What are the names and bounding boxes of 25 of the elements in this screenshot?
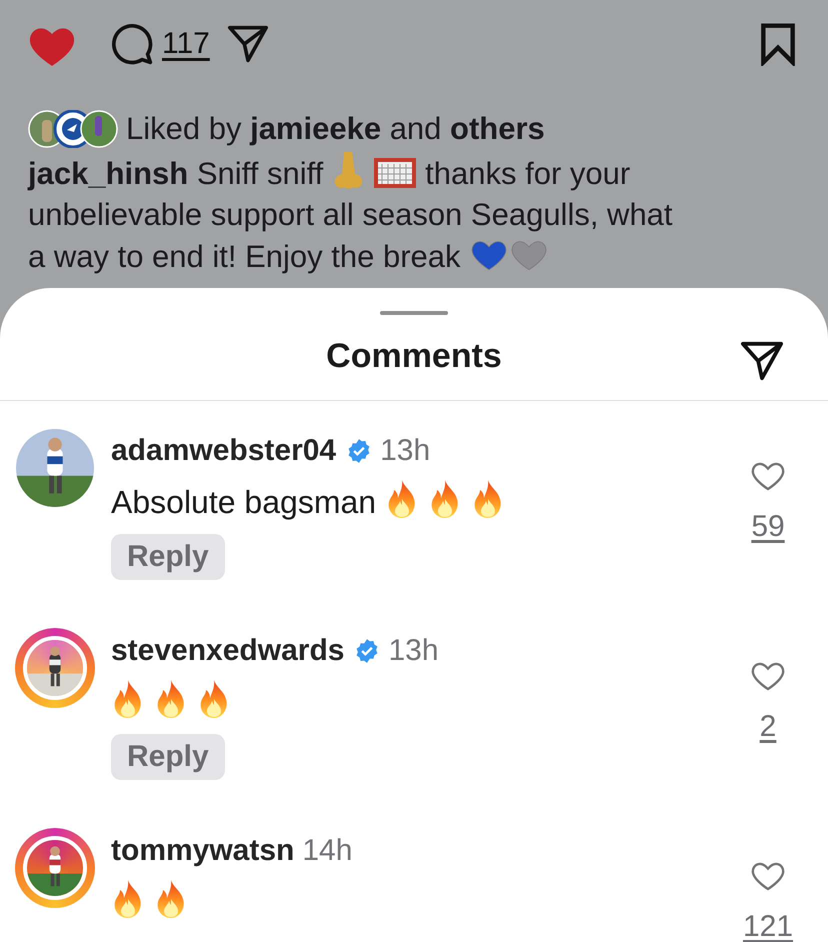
- comment-text: Absolute bagsman: [111, 484, 376, 520]
- comment-count[interactable]: 117: [162, 29, 210, 59]
- like-count[interactable]: 2: [760, 704, 776, 749]
- liked-by-text: Liked by jamieeke and others: [126, 110, 545, 148]
- comment-time: 13h: [380, 433, 430, 469]
- caption-text: unbelievable support all season Seagulls, what: [28, 197, 673, 232]
- sheet-title: Comments: [326, 337, 502, 375]
- caption-text: thanks for your: [425, 156, 630, 191]
- drag-handle[interactable]: [380, 311, 448, 315]
- comment-time: 13h: [388, 633, 439, 669]
- comment-time: 14h: [302, 833, 352, 869]
- comment-icon[interactable]: [110, 22, 154, 66]
- comment-username[interactable]: adamwebster04: [111, 428, 336, 473]
- bookmark-icon[interactable]: [758, 22, 798, 66]
- caption-text: Sniff sniff: [196, 156, 324, 191]
- username-link[interactable]: jack_hinsh: [28, 156, 188, 191]
- goal-net-icon: [372, 156, 417, 190]
- caption-text: a way to end it! Enjoy the break: [28, 239, 461, 274]
- like-count[interactable]: 59: [751, 504, 785, 549]
- share-icon[interactable]: [738, 340, 786, 382]
- reply-button[interactable]: Reply: [111, 734, 225, 780]
- comment-username[interactable]: stevenxedwards: [111, 628, 344, 673]
- reply-button[interactable]: Reply: [111, 534, 225, 580]
- like-count[interactable]: 121: [742, 904, 794, 942]
- comment-username[interactable]: tommywatsn: [111, 828, 294, 873]
